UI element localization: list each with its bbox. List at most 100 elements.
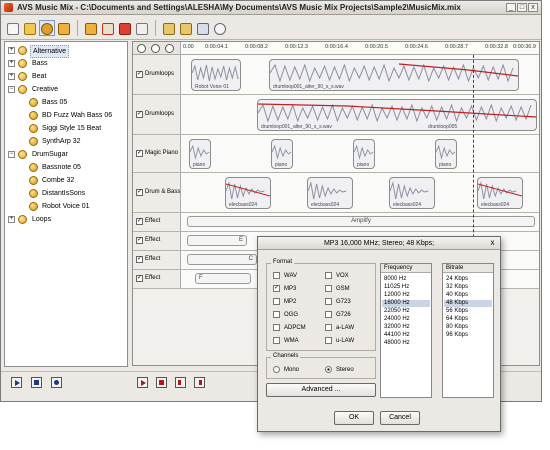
list-item[interactable]: 64 Kbps — [446, 316, 468, 323]
channel-stereo-radio[interactable]: Stereo — [325, 366, 354, 374]
list-item[interactable]: 12000 Hz — [384, 292, 410, 299]
list-item-selected[interactable]: 48 Kbps — [444, 300, 492, 307]
list-item[interactable]: 11025 Hz — [384, 284, 409, 291]
checkbox[interactable] — [325, 337, 332, 344]
radio[interactable] — [273, 366, 280, 373]
zoom-out-icon[interactable] — [151, 44, 160, 53]
audio-clip[interactable]: Robot Voice 01 — [191, 59, 241, 91]
format-alaw[interactable]: a-LAW — [325, 324, 354, 332]
save-icon[interactable] — [39, 20, 55, 36]
track-checkbox[interactable]: ✓ — [136, 71, 143, 78]
list-item[interactable]: 24000 Hz — [384, 316, 410, 323]
audio-clip[interactable]: piano — [435, 139, 457, 169]
track-header[interactable]: ✓ Drumloops — [133, 55, 181, 94]
format-ulaw[interactable]: u-LAW — [325, 337, 354, 345]
track-area[interactable]: drumloop001_alter_90_s_s.wav drumloop005 — [181, 95, 539, 134]
checkbox[interactable] — [273, 311, 280, 318]
track-checkbox[interactable]: ✓ — [136, 189, 143, 196]
checkbox[interactable] — [325, 272, 332, 279]
expand-icon[interactable]: + — [8, 73, 15, 80]
redo-icon[interactable] — [178, 20, 194, 36]
close-button[interactable]: x — [528, 3, 538, 12]
maximize-button[interactable]: □ — [517, 3, 527, 12]
format-mp3[interactable]: ✓ MP3 — [273, 285, 296, 293]
bitrate-list[interactable]: Bitrate 24 Kbps 32 Kbps 40 Kbps 48 Kbps … — [442, 263, 494, 398]
format-gsm[interactable]: GSM — [325, 285, 350, 293]
audio-clip[interactable]: piano — [189, 139, 211, 169]
play-selection-button[interactable] — [137, 377, 148, 388]
effect-clip[interactable]: C — [187, 254, 257, 265]
expand-icon[interactable]: + — [8, 216, 15, 223]
effect-clip[interactable]: Amplify — [187, 216, 535, 227]
track-checkbox[interactable]: ✓ — [136, 150, 143, 157]
stop-preview-button[interactable] — [156, 377, 167, 388]
list-item[interactable]: 32 Kbps — [446, 284, 468, 291]
track-area[interactable]: Amplify — [181, 213, 539, 231]
new-icon[interactable] — [5, 20, 21, 36]
frequency-list[interactable]: Frequency 8000 Hz 11025 Hz 12000 Hz 1600… — [380, 263, 432, 398]
list-item[interactable]: 8000 Hz — [384, 276, 406, 283]
close-icon[interactable]: x — [488, 239, 497, 248]
track-area[interactable]: elecbass024 elecbass024 elecbass024 elec… — [181, 173, 539, 212]
list-item[interactable]: 24 Kbps — [446, 276, 468, 283]
format-wma[interactable]: WMA — [273, 337, 299, 345]
paste-icon[interactable] — [117, 20, 133, 36]
checkbox[interactable] — [273, 324, 280, 331]
time-ruler[interactable]: 0.00 0:00:04.1 0:00:08.2 0:00:12.3 0:00:… — [181, 42, 539, 55]
stop-button[interactable] — [31, 377, 42, 388]
track-checkbox[interactable]: ✓ — [136, 218, 143, 225]
list-item[interactable]: 40 Kbps — [446, 292, 468, 299]
collapse-icon[interactable]: − — [8, 86, 15, 93]
list-item[interactable]: 22050 Hz — [384, 308, 410, 315]
list-item[interactable]: 32000 Hz — [384, 324, 410, 331]
expand-icon[interactable]: + — [8, 60, 15, 67]
track-header[interactable]: ✓ Effect — [133, 251, 181, 269]
track-checkbox[interactable]: ✓ — [136, 256, 143, 263]
track-header[interactable]: ✓ Drum & Bass — [133, 173, 181, 212]
format-g723[interactable]: G723 — [325, 298, 351, 306]
format-g726[interactable]: G726 — [325, 311, 351, 319]
effect-clip[interactable]: F — [195, 273, 251, 284]
audio-clip[interactable]: elecbass024 — [225, 177, 271, 209]
track-area[interactable]: piano piano piano piano — [181, 135, 539, 172]
checkbox[interactable] — [273, 272, 280, 279]
copy-icon[interactable] — [100, 20, 116, 36]
audio-clip[interactable]: drumloop001_alter_90_s_s.wav drumloop005 — [257, 99, 537, 131]
audio-clip[interactable]: elecbass024 — [307, 177, 353, 209]
format-ogg[interactable]: OGG — [273, 311, 298, 319]
track-checkbox[interactable]: ✓ — [136, 111, 143, 118]
cut-icon[interactable] — [83, 20, 99, 36]
rewind-button[interactable] — [175, 377, 186, 388]
audio-clip[interactable]: piano — [353, 139, 375, 169]
checkbox[interactable] — [325, 298, 332, 305]
list-item[interactable]: 80 Kbps — [446, 324, 468, 331]
checkbox[interactable] — [325, 324, 332, 331]
list-item[interactable]: 48000 Hz — [384, 340, 410, 347]
undo-icon[interactable] — [161, 20, 177, 36]
list-item[interactable]: 96 Kbps — [446, 332, 468, 339]
audio-clip[interactable]: piano — [271, 139, 293, 169]
format-mp2[interactable]: MP2 — [273, 298, 296, 306]
properties-icon[interactable] — [195, 20, 211, 36]
checkbox[interactable]: ✓ — [273, 285, 280, 292]
play-button[interactable] — [11, 377, 22, 388]
checkbox[interactable] — [273, 298, 280, 305]
expand-icon[interactable]: + — [8, 47, 15, 54]
zoom-in-icon[interactable] — [137, 44, 146, 53]
ok-button[interactable]: OK — [334, 411, 374, 425]
track-header[interactable]: ✓ Effect — [133, 270, 181, 288]
checkbox[interactable] — [325, 285, 332, 292]
format-wav[interactable]: WAV — [273, 272, 297, 280]
track-header[interactable]: ✓ Magic Piano — [133, 135, 181, 172]
advanced-button[interactable]: Advanced ... — [266, 383, 376, 397]
zoom-fit-icon[interactable] — [165, 44, 174, 53]
delete-icon[interactable] — [134, 20, 150, 36]
list-item-selected[interactable]: 16000 Hz — [382, 300, 430, 307]
checkbox[interactable] — [273, 337, 280, 344]
track-checkbox[interactable]: ✓ — [136, 237, 143, 244]
audio-clip[interactable]: drumloop001_alter_90_s_s.wav — [269, 59, 519, 91]
open-icon[interactable] — [22, 20, 38, 36]
channel-mono-radio[interactable]: Mono — [273, 366, 299, 374]
format-vox[interactable]: VOX — [325, 272, 349, 280]
forward-button[interactable] — [194, 377, 205, 388]
